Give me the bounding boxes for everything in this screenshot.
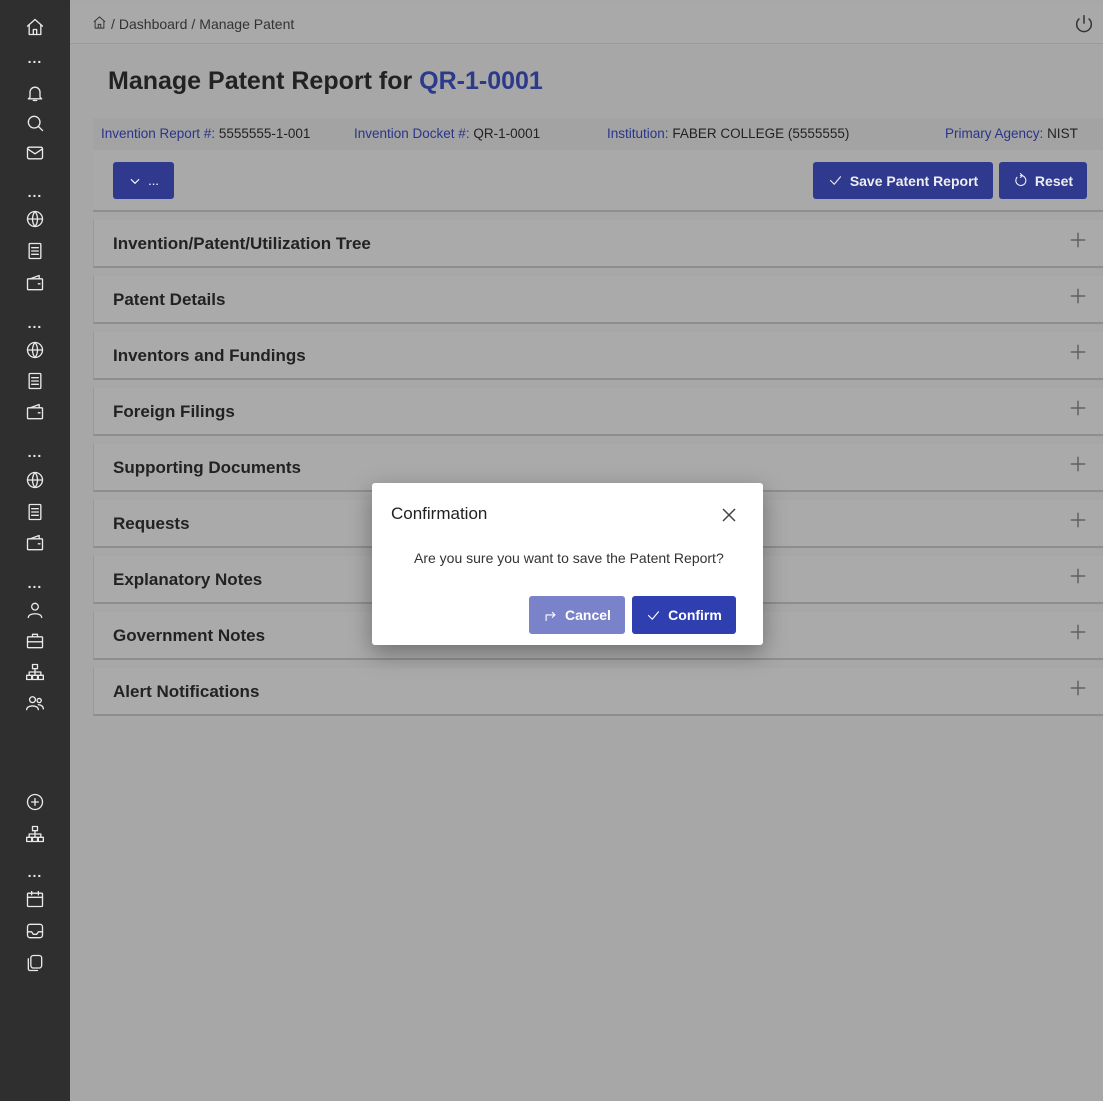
plus-icon[interactable] (1069, 231, 1089, 251)
confirm-label: Confirm (668, 607, 722, 623)
home-icon[interactable] (92, 15, 107, 33)
cancel-label: Cancel (565, 607, 611, 623)
globe-icon[interactable] (22, 206, 48, 232)
confirmation-dialog: Confirmation Are you sure you want to sa… (372, 483, 763, 645)
panel-title: Invention/Patent/Utilization Tree (113, 234, 371, 253)
page-title-id: QR-1-0001 (419, 67, 543, 95)
info-agency-label: Primary Agency: (945, 126, 1044, 141)
org-chart-icon[interactable] (22, 821, 48, 847)
panel-invention-tree[interactable]: Invention/Patent/Utilization Tree (93, 220, 1103, 268)
dialog-message: Are you sure you want to save the Patent… (414, 550, 724, 566)
info-institution-value: FABER COLLEGE (5555555) (672, 126, 850, 141)
panel-inventors-fundings[interactable]: Inventors and Fundings (93, 332, 1103, 380)
add-circle-icon[interactable] (22, 789, 48, 815)
info-report: Invention Report #: 5555555-1-001 (101, 126, 310, 141)
breadcrumb-separator: / (191, 16, 196, 32)
info-bar: Invention Report #: 5555555-1-001 Invent… (93, 118, 1103, 150)
more-dots-icon: ... (27, 184, 43, 200)
globe-icon[interactable] (22, 467, 48, 493)
plus-icon[interactable] (1069, 455, 1089, 475)
sidebar: ... ... ... ... ... ... (0, 0, 70, 1101)
document-icon[interactable] (22, 368, 48, 394)
info-docket: Invention Docket #: QR-1-0001 (354, 126, 540, 141)
more-actions-label: ... (148, 173, 159, 188)
save-label: Save Patent Report (849, 172, 979, 189)
info-docket-value: QR-1-0001 (473, 126, 541, 141)
more-dots-icon: ... (27, 50, 43, 66)
home-icon[interactable] (22, 14, 48, 40)
info-agency: Primary Agency: NIST (945, 126, 1078, 141)
search-icon[interactable] (22, 110, 48, 136)
plus-icon[interactable] (1069, 343, 1089, 363)
power-icon[interactable] (1073, 13, 1095, 35)
wallet-icon[interactable] (22, 530, 48, 556)
info-report-value: 5555555-1-001 (218, 126, 311, 141)
more-dots-icon: ... (27, 864, 43, 880)
panel-title: Patent Details (113, 290, 226, 309)
more-dots-icon: ... (27, 315, 43, 331)
breadcrumb-dashboard[interactable]: Dashboard (119, 16, 188, 32)
panel-title: Explanatory Notes (113, 570, 263, 589)
panel-title: Requests (113, 514, 190, 533)
close-icon[interactable] (721, 507, 739, 525)
more-dots-icon: ... (27, 575, 43, 591)
more-dots-icon: ... (27, 444, 43, 460)
panel-title: Alert Notifications (113, 682, 260, 701)
info-docket-label: Invention Docket #: (354, 126, 470, 141)
refresh-icon (1015, 173, 1027, 187)
panel-title: Government Notes (113, 626, 266, 645)
toolbar: ... Save Patent Report Reset (93, 150, 1103, 212)
breadcrumb: / Dashboard / Manage Patent (92, 15, 294, 33)
breadcrumb-separator: / (111, 16, 115, 32)
dialog-title: Confirmation (391, 504, 488, 523)
info-agency-value: NIST (1047, 126, 1078, 141)
plus-icon[interactable] (1069, 399, 1089, 419)
top-bar: / Dashboard / Manage Patent (70, 3, 1103, 44)
page-title: Manage Patent Report for QR-1-0001 (108, 67, 543, 96)
users-icon[interactable] (22, 690, 48, 716)
confirm-button[interactable]: Confirm (632, 596, 736, 634)
save-patent-report-button[interactable]: Save Patent Report (813, 162, 993, 199)
panel-foreign-filings[interactable]: Foreign Filings (93, 388, 1103, 436)
wallet-icon[interactable] (22, 399, 48, 425)
info-institution-label: Institution: (607, 126, 669, 141)
panel-alert-notifications[interactable]: Alert Notifications (93, 668, 1103, 716)
redirect-arrow-icon (545, 611, 556, 621)
document-icon[interactable] (22, 238, 48, 264)
plus-icon[interactable] (1069, 679, 1089, 699)
user-icon[interactable] (22, 597, 48, 623)
breadcrumb-manage-patent: Manage Patent (199, 16, 295, 32)
briefcase-icon[interactable] (22, 628, 48, 654)
panel-title: Supporting Documents (113, 458, 301, 477)
org-chart-icon[interactable] (22, 659, 48, 685)
plus-icon[interactable] (1069, 287, 1089, 307)
check-icon (829, 176, 841, 185)
check-icon (648, 610, 660, 620)
cancel-button[interactable]: Cancel (529, 596, 625, 634)
reset-button[interactable]: Reset (999, 162, 1087, 199)
mail-icon[interactable] (22, 140, 48, 166)
info-institution: Institution: FABER COLLEGE (5555555) (607, 126, 849, 141)
globe-icon[interactable] (22, 337, 48, 363)
chevron-down-icon (130, 178, 140, 184)
plus-icon[interactable] (1069, 623, 1089, 643)
panel-patent-details[interactable]: Patent Details (93, 276, 1103, 324)
panel-title: Foreign Filings (113, 402, 235, 421)
reset-label: Reset (1034, 172, 1074, 189)
calendar-icon[interactable] (22, 886, 48, 912)
document-icon[interactable] (22, 499, 48, 525)
more-actions-button[interactable]: ... (113, 162, 174, 199)
wallet-icon[interactable] (22, 270, 48, 296)
info-report-label: Invention Report #: (101, 126, 216, 141)
bell-icon[interactable] (22, 80, 48, 106)
inbox-icon[interactable] (22, 918, 48, 944)
copy-icon[interactable] (22, 950, 48, 976)
plus-icon[interactable] (1069, 511, 1089, 531)
panel-title: Inventors and Fundings (113, 346, 306, 365)
plus-icon[interactable] (1069, 567, 1089, 587)
page-title-prefix: Manage Patent Report for (108, 67, 420, 95)
